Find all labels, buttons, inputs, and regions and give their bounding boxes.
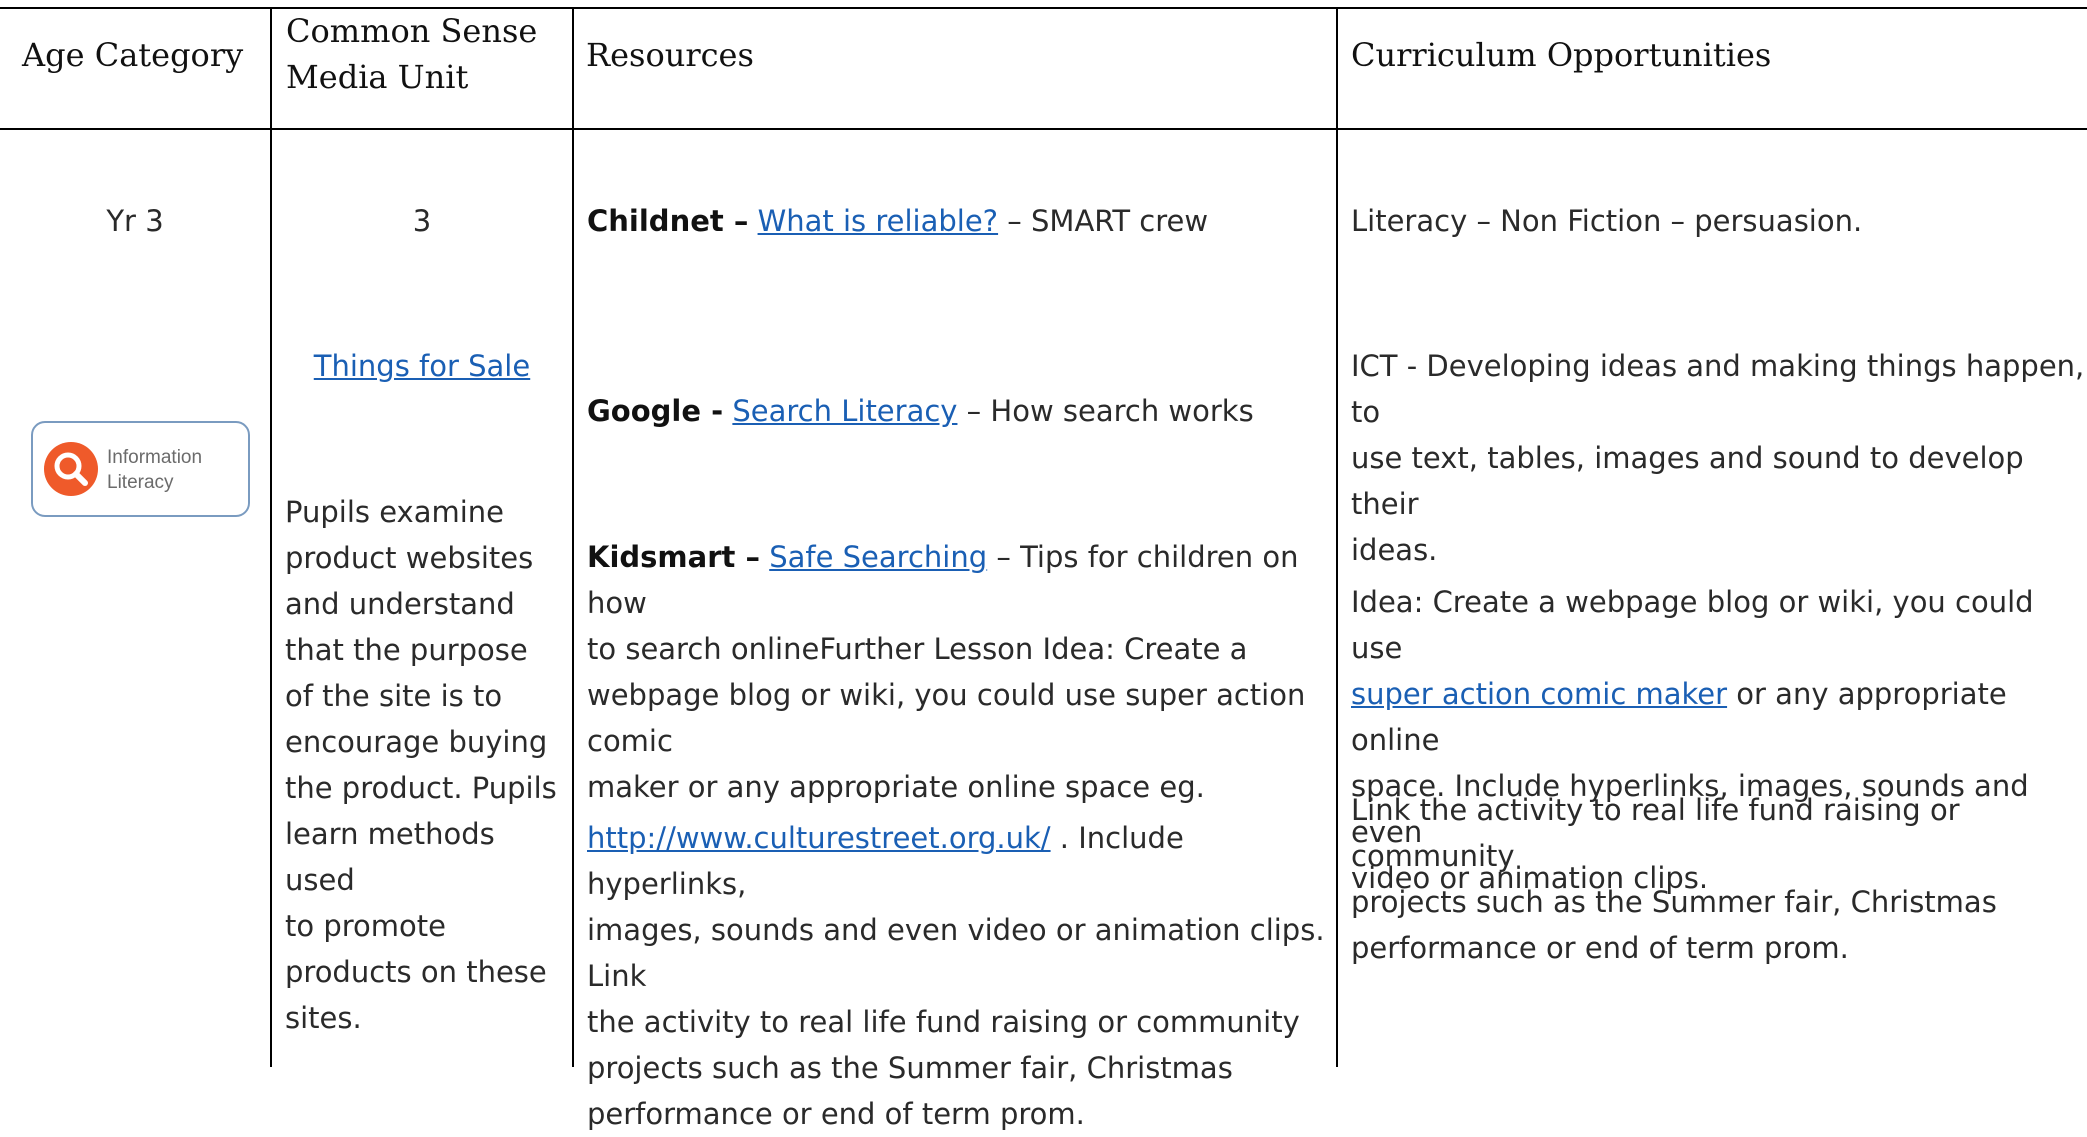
curriculum-idea-line: Idea: Create a webpage blog or wiki, you… — [1351, 585, 2034, 665]
header-unit-line-2: Media Unit — [286, 58, 469, 96]
culture-street-line: performance or end of term prom. — [587, 1097, 1085, 1131]
unit-description-line: of the site is to — [285, 679, 503, 713]
information-literacy-badge: Information Literacy — [31, 421, 250, 517]
kidsmart-line: to search onlineFurther Lesson Idea: Cre… — [587, 632, 1248, 666]
kidsmart-line: webpage blog or wiki, you could use supe… — [587, 678, 1306, 758]
childnet-description: – SMART crew — [998, 204, 1209, 238]
unit-description-line: that the purpose — [285, 633, 528, 667]
unit-description-line: and understand — [285, 587, 515, 621]
resource-culture-street: http://www.culturestreet.org.uk/ . Inclu… — [587, 815, 1332, 1137]
safe-searching-link[interactable]: Safe Searching — [769, 540, 987, 574]
super-action-comic-maker-link[interactable]: super action comic maker — [1351, 677, 1727, 711]
what-is-reliable-link[interactable]: What is reliable? — [758, 204, 999, 238]
culture-street-line: the activity to real life fund raising o… — [587, 1005, 1300, 1039]
header-curriculum-opportunities: Curriculum Opportunities — [1351, 36, 1772, 74]
resource-kidsmart: Kidsmart – Safe Searching – Tips for chi… — [587, 534, 1332, 810]
culture-street-line: projects such as the Summer fair, Christ… — [587, 1051, 1233, 1085]
culture-street-line: images, sounds and even video or animati… — [587, 913, 1325, 993]
search-literacy-link[interactable]: Search Literacy — [732, 394, 957, 428]
curriculum-link-line: Link the activity to real life fund rais… — [1351, 793, 1960, 873]
curriculum-ict-line: use text, tables, images and sound to de… — [1351, 441, 2024, 521]
curriculum-link-activity: Link the activity to real life fund rais… — [1351, 787, 2087, 971]
curriculum-ict-line: ideas. — [1351, 533, 1438, 567]
curriculum-link-line: projects such as the Summer fair, Christ… — [1351, 885, 1997, 919]
column-divider-3 — [1336, 7, 1338, 1067]
google-description: – How search works — [957, 394, 1254, 428]
header-unit-line-1: Common Sense — [286, 12, 538, 50]
badge-label: Information Literacy — [107, 445, 247, 495]
kidsmart-name: Kidsmart – — [587, 540, 760, 574]
childnet-name: Childnet – — [587, 204, 749, 238]
header-common-sense-media-unit: Common Sense Media Unit — [286, 8, 537, 100]
column-divider-2 — [572, 7, 574, 1067]
google-name: Google - — [587, 394, 724, 428]
curriculum-link-line: performance or end of term prom. — [1351, 931, 1849, 965]
unit-description-line: Pupils examine — [285, 495, 505, 529]
resource-google: Google - Search Literacy – How search wo… — [587, 388, 1332, 434]
unit-description-line: sites. — [285, 1001, 362, 1035]
curriculum-literacy: Literacy – Non Fiction – persuasion. — [1351, 204, 1863, 238]
header-age-category: Age Category — [22, 36, 244, 74]
unit-description: Pupils examine product websites and unde… — [285, 489, 570, 1041]
unit-description-line: learn methods used — [285, 817, 495, 897]
unit-description-line: the product. Pupils — [285, 771, 557, 805]
kidsmart-line: maker or any appropriate online space eg… — [587, 770, 1205, 804]
curriculum-ict-line: ICT - Developing ideas and making things… — [1351, 349, 2085, 429]
curriculum-ict: ICT - Developing ideas and making things… — [1351, 343, 2087, 573]
unit-description-line: product websites — [285, 541, 534, 575]
badge-label-line-1: Information — [107, 447, 203, 468]
unit-description-line: to promote — [285, 909, 446, 943]
unit-description-line: products on these — [285, 955, 547, 989]
age-value: Yr 3 — [106, 204, 164, 238]
unit-description-line: encourage buying — [285, 725, 548, 759]
header-bottom-border — [0, 128, 2087, 130]
culture-street-link[interactable]: http://www.culturestreet.org.uk/ — [587, 821, 1051, 855]
things-for-sale-link[interactable]: Things for Sale — [314, 349, 530, 383]
resource-childnet: Childnet – What is reliable? – SMART cre… — [587, 198, 1332, 244]
magnifier-icon — [44, 442, 98, 496]
header-resources: Resources — [586, 36, 754, 74]
badge-label-line-2: Literacy — [107, 472, 174, 493]
unit-title: Things for Sale — [272, 343, 572, 389]
unit-number: 3 — [412, 204, 432, 238]
column-divider-1 — [270, 7, 272, 1067]
